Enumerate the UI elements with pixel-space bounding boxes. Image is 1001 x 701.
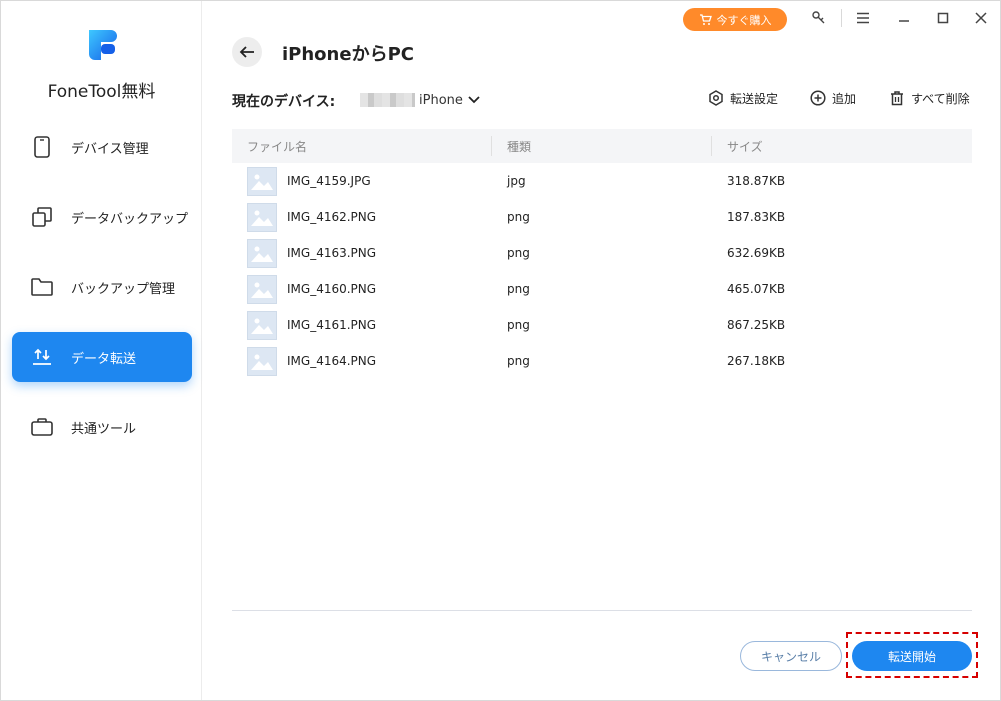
buy-now-label: 今すぐ購入 bbox=[716, 13, 772, 27]
table-row[interactable]: IMG_4160.PNG png 465.07KB bbox=[232, 271, 972, 307]
plus-circle-icon bbox=[810, 90, 826, 106]
file-name-cell: IMG_4163.PNG bbox=[232, 238, 492, 268]
footer-divider bbox=[232, 610, 972, 611]
sidebar-item-label: データバックアップ bbox=[71, 211, 189, 227]
file-size: 318.87KB bbox=[727, 174, 786, 188]
file-type: png bbox=[507, 246, 530, 260]
file-name: IMG_4162.PNG bbox=[287, 210, 377, 224]
minimize-icon[interactable] bbox=[894, 8, 914, 28]
device-name-blurred bbox=[360, 93, 415, 107]
column-header-filename[interactable]: ファイル名 bbox=[232, 129, 492, 163]
table-row[interactable]: IMG_4161.PNG png 867.25KB bbox=[232, 307, 972, 343]
file-name: IMG_4164.PNG bbox=[287, 354, 377, 368]
image-icon bbox=[247, 310, 277, 340]
file-type: png bbox=[507, 318, 530, 332]
fonetool-logo-icon bbox=[89, 30, 117, 60]
start-transfer-button[interactable]: 転送開始 bbox=[852, 641, 972, 671]
arrow-left-icon bbox=[239, 46, 254, 58]
column-header-type[interactable]: 種類 bbox=[492, 129, 712, 163]
table-row[interactable]: IMG_4159.JPG jpg 318.87KB bbox=[232, 163, 972, 199]
file-type: png bbox=[507, 210, 530, 224]
brand-name: FoneTool無料 bbox=[47, 82, 156, 102]
device-name: iPhone bbox=[419, 92, 463, 108]
file-table: ファイル名 種類 サイズ IMG_4159.JPG jpg 318.87KB I… bbox=[232, 129, 972, 379]
toolbox-icon bbox=[31, 416, 53, 438]
column-header-size[interactable]: サイズ bbox=[712, 129, 972, 163]
buy-now-button[interactable]: 今すぐ購入 bbox=[683, 8, 787, 31]
app-window: FoneTool無料 デバイス管理 データバックアップ バックアップ管理 データ… bbox=[0, 0, 1001, 701]
file-name-cell: IMG_4159.JPG bbox=[232, 166, 492, 196]
file-name-cell: IMG_4162.PNG bbox=[232, 202, 492, 232]
file-name-cell: IMG_4164.PNG bbox=[232, 346, 492, 376]
menu-icon[interactable] bbox=[853, 8, 873, 28]
table-row[interactable]: IMG_4163.PNG png 632.69KB bbox=[232, 235, 972, 271]
file-name: IMG_4163.PNG bbox=[287, 246, 377, 260]
add-button[interactable]: 追加 bbox=[810, 88, 856, 108]
transfer-icon bbox=[31, 346, 53, 368]
add-label: 追加 bbox=[832, 91, 857, 106]
image-icon bbox=[247, 346, 277, 376]
sidebar-item-data-transfer[interactable]: データ転送 bbox=[12, 332, 192, 382]
image-icon bbox=[247, 238, 277, 268]
sidebar-item-data-backup[interactable]: データバックアップ bbox=[12, 192, 192, 242]
cancel-button[interactable]: キャンセル bbox=[740, 641, 842, 671]
transfer-settings-label: 転送設定 bbox=[730, 91, 779, 106]
phone-icon bbox=[31, 136, 53, 158]
image-icon bbox=[247, 166, 277, 196]
sidebar-item-common-tools[interactable]: 共通ツール bbox=[12, 402, 192, 452]
copy-icon bbox=[31, 206, 53, 228]
trash-icon bbox=[891, 91, 903, 106]
file-size: 867.25KB bbox=[727, 318, 786, 332]
file-name: IMG_4160.PNG bbox=[287, 282, 377, 296]
image-icon bbox=[247, 202, 277, 232]
key-icon[interactable] bbox=[809, 8, 829, 28]
file-size: 267.18KB bbox=[727, 354, 786, 368]
sidebar-item-label: バックアップ管理 bbox=[71, 281, 176, 297]
close-icon[interactable] bbox=[971, 8, 991, 28]
device-selector[interactable]: iPhone bbox=[360, 89, 481, 111]
file-size: 632.69KB bbox=[727, 246, 786, 260]
sidebar-item-label: 共通ツール bbox=[71, 421, 137, 437]
file-name-cell: IMG_4161.PNG bbox=[232, 310, 492, 340]
delete-all-button[interactable]: すべて削除 bbox=[889, 88, 970, 108]
back-button[interactable] bbox=[232, 37, 262, 67]
table-row[interactable]: IMG_4162.PNG png 187.83KB bbox=[232, 199, 972, 235]
delete-all-label: すべて削除 bbox=[911, 91, 970, 106]
file-type: jpg bbox=[507, 174, 526, 188]
settings-icon bbox=[709, 90, 723, 106]
folder-icon bbox=[31, 276, 53, 298]
page-title: iPhoneからPC bbox=[282, 44, 414, 65]
sidebar-item-label: データ転送 bbox=[71, 351, 137, 367]
cart-icon bbox=[699, 13, 712, 25]
titlebar-separator bbox=[841, 9, 842, 27]
file-size: 187.83KB bbox=[727, 210, 786, 224]
maximize-icon[interactable] bbox=[933, 8, 953, 28]
current-device-label: 現在のデバイス: bbox=[232, 94, 336, 110]
sidebar-item-label: デバイス管理 bbox=[71, 141, 149, 157]
file-name: IMG_4159.JPG bbox=[287, 174, 371, 188]
transfer-settings-button[interactable]: 転送設定 bbox=[708, 88, 778, 108]
file-name: IMG_4161.PNG bbox=[287, 318, 377, 332]
file-type: png bbox=[507, 354, 530, 368]
table-header: ファイル名 種類 サイズ bbox=[232, 129, 972, 163]
sidebar: FoneTool無料 デバイス管理 データバックアップ バックアップ管理 データ… bbox=[1, 1, 202, 700]
file-size: 465.07KB bbox=[727, 282, 786, 296]
file-name-cell: IMG_4160.PNG bbox=[232, 274, 492, 304]
sidebar-item-backup-management[interactable]: バックアップ管理 bbox=[12, 262, 192, 312]
file-type: png bbox=[507, 282, 530, 296]
image-icon bbox=[247, 274, 277, 304]
sidebar-item-device-management[interactable]: デバイス管理 bbox=[12, 122, 192, 172]
chevron-down-icon bbox=[468, 96, 480, 104]
table-row[interactable]: IMG_4164.PNG png 267.18KB bbox=[232, 343, 972, 379]
